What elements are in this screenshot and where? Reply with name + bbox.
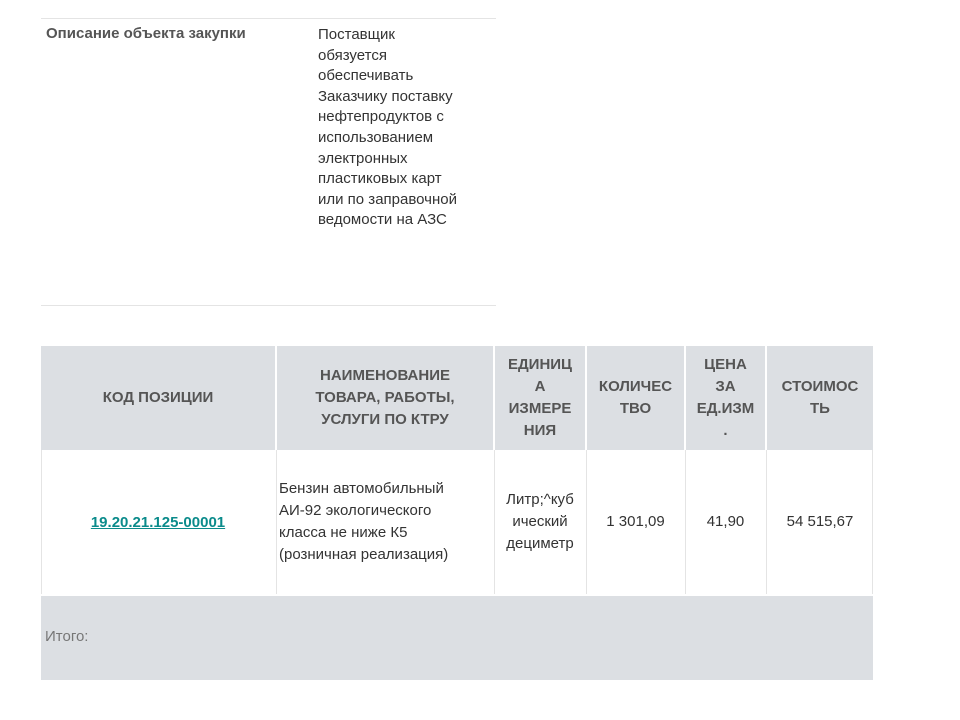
table-total-row bbox=[41, 596, 873, 680]
row-quantity-cell: 1 301,09 bbox=[587, 450, 684, 594]
row-divider bbox=[766, 450, 767, 594]
header-quantity-cell: КОЛИЧЕС ТВО bbox=[587, 346, 684, 450]
position-unit: Литр;^куб ический дециметр bbox=[506, 491, 574, 552]
row-divider bbox=[685, 450, 686, 594]
table-row: 19.20.21.125-00001 Бензин автомобильный … bbox=[41, 450, 873, 594]
header-price-cell: ЦЕНА ЗА ЕД.ИЗМ . bbox=[686, 346, 765, 450]
header-divider bbox=[493, 346, 495, 450]
procurement-description-table: Описание объекта закупки Поставщик обязу… bbox=[41, 18, 496, 306]
row-cost-cell: 54 515,67 bbox=[767, 450, 873, 594]
header-divider bbox=[765, 346, 767, 450]
position-price: 41,90 bbox=[706, 513, 745, 530]
row-code-cell: 19.20.21.125-00001 bbox=[41, 450, 275, 594]
position-code-link[interactable]: 19.20.21.125-00001 bbox=[91, 514, 225, 531]
header-divider bbox=[684, 346, 686, 450]
row-price-cell: 41,90 bbox=[686, 450, 765, 594]
table-header-row: КОД ПОЗИЦИИ НАИМЕНОВАНИЕ ТОВАРА, РАБОТЫ,… bbox=[41, 346, 873, 450]
row-name-cell: Бензин автомобильный АИ-92 экологическог… bbox=[277, 450, 493, 594]
header-quantity: КОЛИЧЕС ТВО bbox=[598, 378, 673, 417]
header-divider bbox=[275, 346, 277, 450]
total-label: Итого: bbox=[45, 628, 89, 645]
position-name: Бензин автомобильный АИ-92 экологическог… bbox=[279, 480, 449, 563]
description-value: Поставщик обязуется обеспечивать Заказчи… bbox=[318, 26, 457, 229]
position-quantity: 1 301,09 bbox=[606, 513, 665, 530]
position-cost: 54 515,67 bbox=[786, 513, 854, 530]
header-unit-cell: ЕДИНИЦ А ИЗМЕРЕ НИЯ bbox=[495, 346, 585, 450]
row-divider bbox=[872, 450, 873, 594]
header-cost: СТОИМОС ТЬ bbox=[781, 378, 859, 417]
row-divider bbox=[494, 450, 495, 594]
row-divider bbox=[41, 450, 42, 594]
header-unit: ЕДИНИЦ А ИЗМЕРЕ НИЯ bbox=[507, 356, 573, 439]
header-name-cell: НАИМЕНОВАНИЕ ТОВАРА, РАБОТЫ, УСЛУГИ ПО К… bbox=[277, 346, 493, 450]
row-unit-cell: Литр;^куб ический дециметр bbox=[495, 450, 585, 594]
header-code: КОД ПОЗИЦИИ bbox=[102, 389, 214, 406]
header-cost-cell: СТОИМОС ТЬ bbox=[767, 346, 873, 450]
header-price: ЦЕНА ЗА ЕД.ИЗМ . bbox=[696, 356, 755, 439]
header-name: НАИМЕНОВАНИЕ ТОВАРА, РАБОТЫ, УСЛУГИ ПО К… bbox=[315, 367, 455, 428]
header-divider bbox=[585, 346, 587, 450]
description-label: Описание объекта закупки bbox=[46, 25, 246, 42]
row-divider bbox=[586, 450, 587, 594]
header-code-cell: КОД ПОЗИЦИИ bbox=[41, 346, 275, 450]
row-divider bbox=[276, 450, 277, 594]
